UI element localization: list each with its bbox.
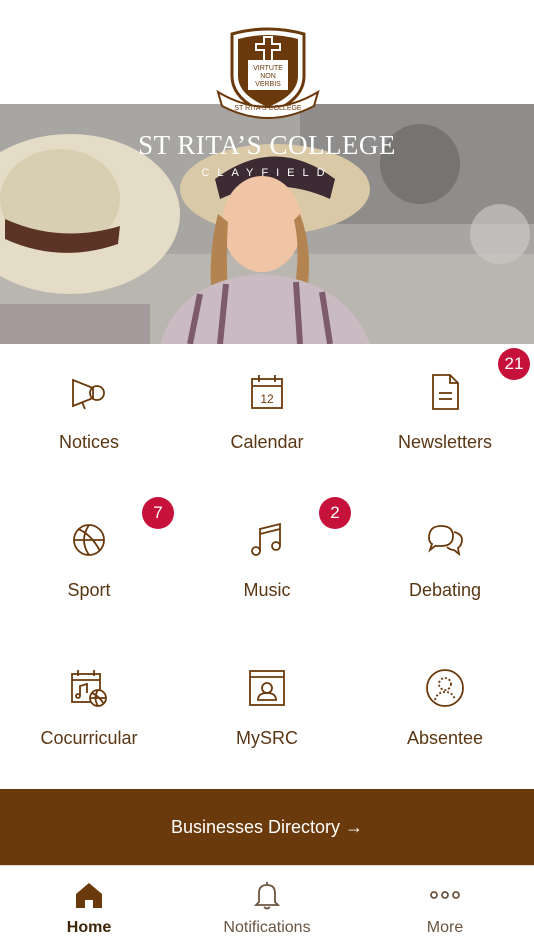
college-name-title: ST RITA’S COLLEGE [138,130,396,160]
svg-text:12: 12 [260,392,274,406]
college-crest-logo: VIRTUTE NON VERBIS ST RITA'S COLLEGE [216,27,320,119]
tile-calendar[interactable]: 12 Calendar [178,344,356,492]
businesses-directory-button[interactable]: Businesses Directory → [0,789,534,865]
megaphone-icon [72,378,105,410]
college-location-subtitle: CLAYFIELD [201,167,333,179]
document-icon [432,374,459,410]
hero-banner: ST RITA’S COLLEGE CLAYFIELD [0,104,534,344]
sport-unread-badge: 7 [142,497,174,529]
tile-debating[interactable]: Debating [356,492,534,640]
tab-more[interactable]: More [356,866,534,950]
svg-text:VIRTUTE: VIRTUTE [253,65,283,72]
tile-label: Music [243,580,291,600]
tab-label: More [426,919,464,936]
bottom-tab-bar: Home Notifications More [0,865,534,950]
home-icon [76,883,102,908]
person-circle-icon [426,669,464,707]
tab-label: Notifications [223,919,311,936]
tile-label: Notices [58,432,120,452]
calendar-icon: 12 [251,375,283,409]
tile-label: Sport [67,580,111,600]
bell-icon [253,882,281,910]
cocurricular-calendar-icon [71,670,107,707]
tile-label: Cocurricular [40,728,138,748]
tile-label: Newsletters [397,432,493,452]
tile-label: Debating [408,580,482,600]
tile-label: Calendar [230,432,304,452]
basketball-icon [73,524,105,556]
svg-text:VERBIS: VERBIS [255,81,281,88]
music-unread-badge: 2 [319,497,351,529]
portal-window-icon [249,670,285,706]
tile-label: MySRC [236,728,298,748]
tile-mysrc[interactable]: MySRC [178,640,356,788]
tile-absentee[interactable]: Absentee [356,640,534,788]
tab-home[interactable]: Home [0,866,178,950]
tile-cocurricular[interactable]: Cocurricular [0,640,178,788]
more-dots-icon [430,891,460,899]
tile-notices[interactable]: Notices [0,344,178,492]
tab-label: Home [66,919,112,936]
music-note-icon [251,522,281,556]
chat-bubbles-icon [428,525,463,557]
svg-text:NON: NON [260,73,276,80]
tab-notifications[interactable]: Notifications [178,866,356,950]
feature-grid: Notices 12 Calendar Newsletters 21 Sport [0,344,534,790]
svg-text:ST RITA'S COLLEGE: ST RITA'S COLLEGE [234,105,302,112]
newsletters-unread-badge: 21 [498,348,530,380]
tile-label: Absentee [406,728,484,748]
